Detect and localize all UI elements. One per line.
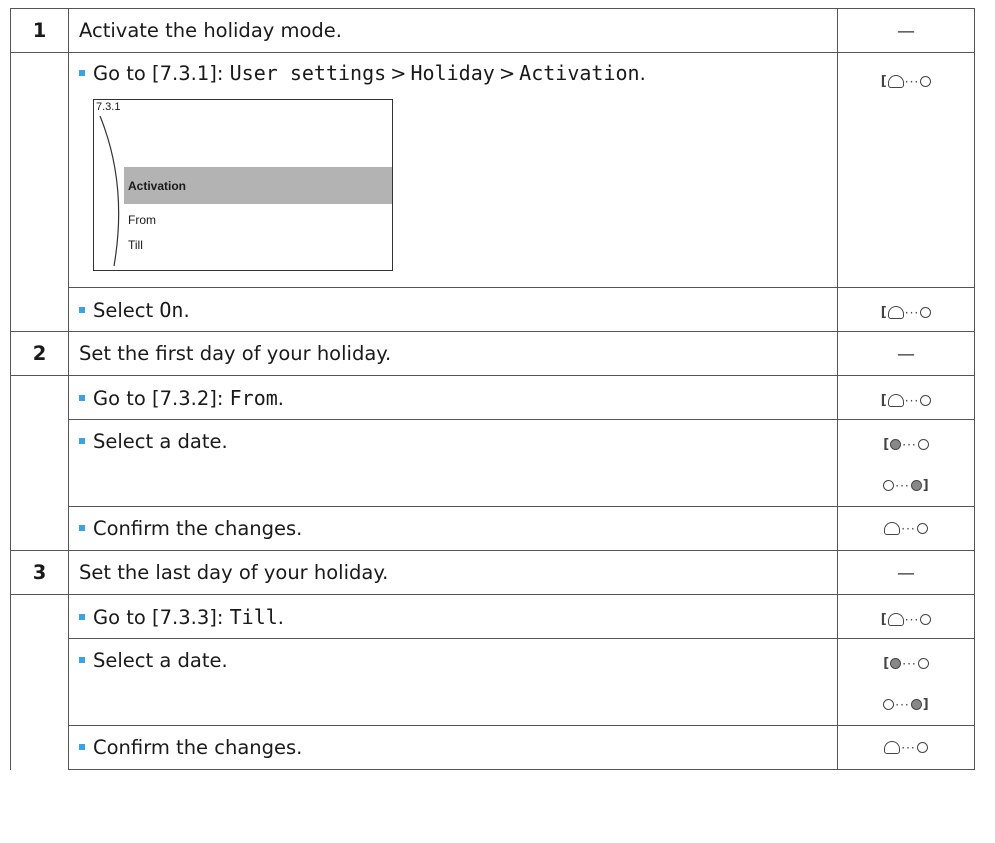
dash: — — [897, 563, 915, 584]
step-title: Activate the holiday mode. — [68, 8, 838, 53]
step-2-date-row-b: ···] — [10, 463, 975, 507]
bullet-icon — [79, 70, 85, 76]
step-2-date-row-a: Select a date. [··· — [10, 419, 975, 463]
screen-item-activation[interactable]: Activation — [128, 179, 186, 193]
menu-path-holiday: Holiday — [410, 61, 495, 85]
bullet-icon — [79, 306, 85, 313]
turn-press-left-dial-icon: [··· — [881, 305, 932, 320]
turn-right-dial-icon: ···] — [883, 478, 929, 493]
turn-left-dial-icon: [··· — [883, 437, 929, 452]
screen-item-till[interactable]: Till — [128, 238, 143, 252]
step-3-confirm-row: Confirm the changes. ··· — [10, 725, 975, 770]
no-action-cell: — — [837, 8, 975, 53]
value-on: On — [159, 297, 184, 322]
bullet-icon — [79, 394, 85, 401]
step-1-header-row: 1 Activate the holiday mode. — — [10, 8, 975, 53]
step-3-date-row-b: ···] — [10, 682, 975, 726]
menu-path-activation: Activation — [519, 61, 640, 85]
step-2-confirm-row: Confirm the changes. ··· — [10, 506, 975, 551]
step-title: Set the last day of your holiday. — [68, 550, 838, 595]
select-on-cell: Select On. — [68, 287, 838, 332]
menu-path-user-settings: User settings — [229, 61, 387, 85]
step-number: 2 — [10, 331, 69, 376]
action-cell: [··· — [837, 287, 975, 332]
step-3-date-row-a: Select a date. [··· — [10, 638, 975, 682]
goto-line: Go to [7.3.1]: User settings > Holiday > Act… — [79, 61, 827, 85]
menu-path-from: From — [229, 385, 278, 410]
turn-press-left-dial-icon: [··· — [881, 393, 932, 408]
step-1-select-row: Select On. [··· — [10, 287, 975, 332]
step-1-goto-row: Go to [7.3.1]: User settings > Holiday > Act… — [10, 52, 975, 288]
turn-left-dial-icon: [··· — [883, 656, 929, 671]
step-2-goto-row: Go to [7.3.2]: From. [··· — [10, 375, 975, 420]
bullet-icon — [79, 438, 85, 444]
step-1-goto-cell: Go to [7.3.1]: User settings > Holiday > Act… — [68, 52, 838, 288]
press-left-dial-icon: ··· — [884, 741, 928, 755]
dash: — — [897, 21, 915, 42]
turn-press-left-dial-icon: [··· — [881, 612, 932, 627]
bullet-icon — [79, 744, 85, 750]
dash: — — [897, 344, 915, 365]
bullet-icon — [79, 613, 85, 620]
instruction-table: 1 Activate the holiday mode. — Go to [7.… — [10, 8, 985, 770]
menu-path-till: Till — [229, 604, 278, 629]
bullet-icon — [79, 657, 85, 663]
step-3-goto-row: Go to [7.3.3]: Till. [··· — [10, 594, 975, 639]
press-left-dial-icon: ··· — [884, 522, 928, 536]
turn-right-dial-icon: ···] — [883, 697, 929, 712]
step-number: 1 — [10, 8, 69, 53]
screen-item-from[interactable]: From — [128, 213, 156, 227]
step-2-header-row: 2 Set the first day of your holiday. — — [10, 331, 975, 376]
turn-press-left-dial-icon: [··· — [881, 74, 932, 89]
bullet-icon — [79, 525, 85, 531]
screen-mockup: 7.3.1 Activation From Till — [93, 99, 393, 271]
step-3-header-row: 3 Set the last day of your holiday. — — [10, 550, 975, 595]
step-number: 3 — [10, 550, 69, 595]
action-cell: [··· — [837, 52, 975, 288]
step-title: Set the first day of your holiday. — [68, 331, 838, 376]
